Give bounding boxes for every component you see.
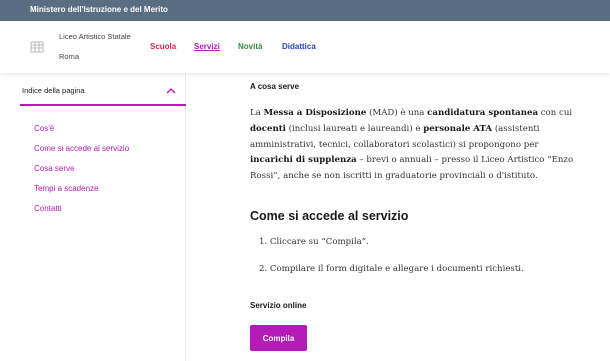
index-link-contatti[interactable]: Contatti	[34, 205, 62, 213]
index-link-cosa-serve[interactable]: Cosa serve	[34, 165, 74, 173]
nav-servizi[interactable]: Servizi	[194, 43, 220, 51]
step-item: 2. Compilare il form digitale e allegare…	[259, 264, 524, 274]
school-emblem-icon[interactable]	[30, 40, 44, 54]
page-index-title: Indice della pagina	[22, 86, 85, 95]
nav-didattica[interactable]: Didattica	[282, 43, 316, 51]
step-item: 1. Cliccare su “Compila”.	[259, 237, 369, 247]
ministry-bar: Ministero dell'Istruzione e del Merito	[0, 0, 610, 21]
mad-description: La Messa a Disposizione (MAD) è una cand…	[250, 108, 574, 182]
index-link-cos-e[interactable]: Cos'è	[34, 125, 54, 133]
school-city: Roma	[59, 52, 80, 61]
page-index-header[interactable]: Indice della pagina	[20, 73, 186, 106]
section-label-a-cosa-serve: A cosa serve	[250, 82, 300, 91]
page-index-sidebar: Indice della pagina Cos'è Come si accede…	[20, 73, 186, 361]
index-link-tempi-scadenze[interactable]: Tempi a scadenze	[34, 185, 98, 193]
nav-scuola[interactable]: Scuola	[150, 43, 176, 51]
compila-button[interactable]: Compila	[250, 325, 307, 351]
nav-novita[interactable]: Novità	[238, 43, 262, 51]
site-header: Liceo Artistico Statale Roma Scuola Serv…	[0, 21, 610, 73]
chevron-up-icon[interactable]	[165, 86, 177, 96]
index-link-come-si-accede[interactable]: Come si accede al servizio	[34, 145, 129, 153]
school-name[interactable]: Liceo Artistico Statale	[59, 33, 131, 41]
access-heading: Come si accede al servizio	[250, 209, 409, 223]
online-service-label: Servizio online	[250, 301, 307, 310]
ministry-name[interactable]: Ministero dell'Istruzione e del Merito	[30, 5, 168, 14]
